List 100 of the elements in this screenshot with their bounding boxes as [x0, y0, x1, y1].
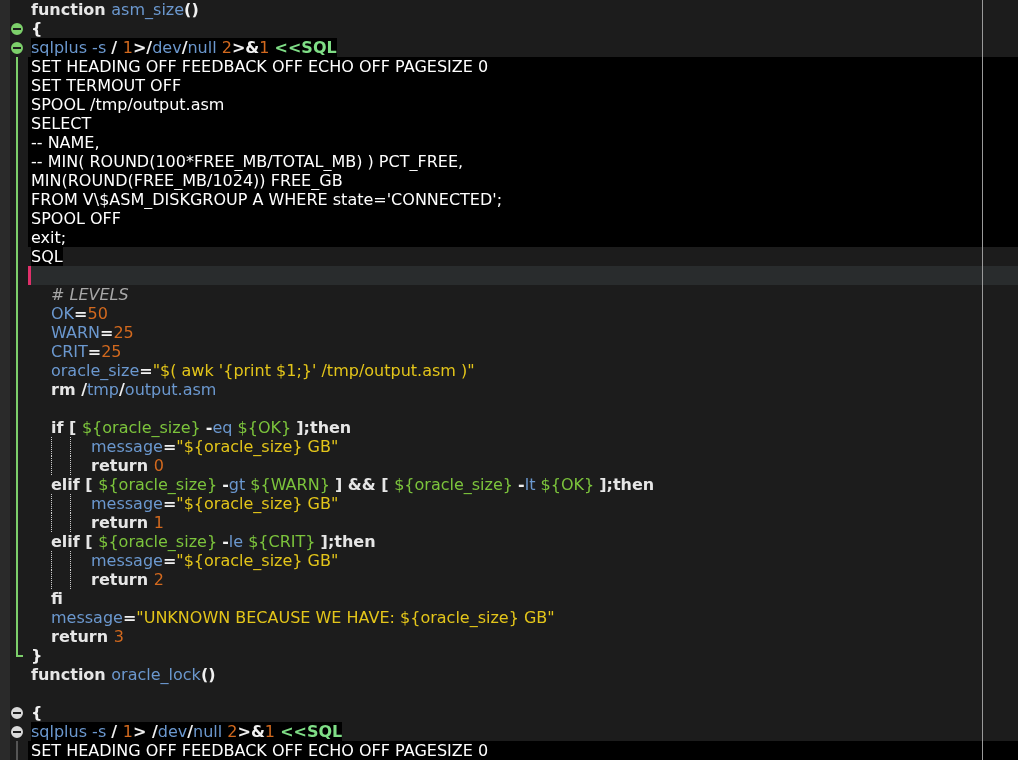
variable-text: ${CRIT}: [248, 532, 317, 551]
identifier-text: tmp: [87, 380, 119, 399]
number-text: 2: [227, 722, 238, 741]
fold-collapse-icon[interactable]: [11, 23, 23, 35]
identifier-text: eq: [212, 418, 234, 437]
number-text: 0: [153, 456, 164, 475]
identifier-text: message: [91, 551, 163, 570]
operator-text: =: [100, 323, 114, 342]
keyword-text: fi: [51, 589, 63, 608]
keyword-text: ] && [: [334, 475, 390, 494]
number-text: 2: [221, 38, 232, 57]
operator-text: -: [222, 475, 229, 494]
keyword-text: rm: [51, 380, 77, 399]
number-text: 1: [122, 38, 133, 57]
sql-text: -- NAME,: [31, 133, 100, 152]
operator-text: (): [200, 665, 216, 684]
sql-text: SET HEADING OFF FEEDBACK OFF ECHO OFF PAGESIZE 0: [31, 741, 489, 760]
operator-text: /: [81, 380, 87, 399]
number-text: 50: [87, 304, 108, 323]
operator-text: /: [187, 722, 194, 741]
sql-text: SET TERMOUT OFF: [31, 76, 182, 95]
identifier-text: dev: [152, 38, 182, 57]
identifier-text: CRIT: [51, 342, 88, 361]
number-text: 25: [101, 342, 122, 361]
identifier-text: gt: [228, 475, 247, 494]
identifier-text: null: [187, 38, 218, 57]
identifier-text: oracle_lock: [111, 665, 201, 684]
operator-text: /: [111, 722, 119, 741]
variable-text: ${WARN}: [250, 475, 331, 494]
operator-text: -: [518, 475, 525, 494]
variable-text: ${OK}: [237, 418, 293, 437]
operator-text: >&: [237, 722, 265, 741]
operator-text: /: [119, 380, 125, 399]
fold-collapse-icon[interactable]: [11, 726, 23, 738]
identifier-text: message: [91, 494, 163, 513]
sql-text: FROM V\$ASM_DISKGROUP A WHERE state='CONNECTED';: [31, 190, 503, 209]
keyword-text: function: [31, 665, 107, 684]
identifier-text: OK: [51, 304, 75, 323]
operator-text: (): [184, 0, 199, 19]
operator-text: =: [122, 608, 137, 627]
identifier-text: WARN: [51, 323, 100, 342]
sql-text: SPOOL /tmp/output.asm: [31, 95, 225, 114]
string-text: "${oracle_size} GB": [176, 494, 339, 513]
identifier-text: asm_size: [111, 0, 185, 19]
number-text: 2: [153, 570, 164, 589]
variable-text: ${oracle_size}: [98, 532, 219, 551]
operator-text: =: [162, 551, 177, 570]
keyword-text: if [: [51, 418, 78, 437]
identifier-text: sqlplus -s: [31, 38, 108, 57]
identifier-text: lt: [524, 475, 537, 494]
number-text: 1: [122, 722, 133, 741]
sql-text: MIN(ROUND(FREE_MB/1024)) FREE_GB: [31, 171, 343, 190]
operator-text: >/: [132, 38, 153, 57]
sql-text: SELECT: [31, 114, 92, 133]
number-text: 25: [113, 323, 134, 342]
fold-collapse-icon[interactable]: [11, 42, 23, 54]
operator-text: =: [74, 304, 88, 323]
identifier-text: oracle_size: [51, 361, 140, 380]
variable-text: ${oracle_size}: [98, 475, 219, 494]
sql-text: exit;: [31, 228, 67, 247]
number-text: 1: [259, 38, 271, 57]
heredoc-marker-text: <<SQL: [280, 722, 343, 741]
keyword-text: ];then: [320, 532, 376, 551]
number-text: 3: [113, 627, 124, 646]
identifier-text: output.asm: [124, 380, 217, 399]
operator-text: {: [31, 703, 43, 722]
variable-text: ${oracle_size}: [81, 418, 202, 437]
variable-text: ${oracle_size}: [394, 475, 514, 494]
identifier-text: message: [51, 608, 123, 627]
operator-text: -: [205, 418, 213, 437]
identifier-text: message: [91, 437, 163, 456]
sql-text: -- MIN( ROUND(100*FREE_MB/TOTAL_MB) ) PCT_FREE,: [31, 152, 464, 171]
string-text: "UNKNOWN BECAUSE WE HAVE: ${oracle_size} GB": [136, 608, 555, 627]
string-text: "$( awk '{print $1;}' /tmp/output.asm )": [152, 361, 475, 380]
keyword-text: elif [: [51, 532, 94, 551]
operator-text: -: [222, 532, 229, 551]
variable-text: ${OK}: [540, 475, 596, 494]
keyword-text: return: [91, 513, 150, 532]
keyword-text: return: [91, 456, 150, 475]
string-text: "${oracle_size} GB": [176, 437, 339, 456]
keyword-text: return: [51, 627, 110, 646]
comment-text: # LEVELS: [51, 285, 129, 304]
string-text: "${oracle_size} GB": [176, 551, 339, 570]
operator-text: /: [181, 38, 188, 57]
keyword-text: ];then: [296, 418, 352, 437]
operator-text: {: [31, 19, 43, 38]
operator-text: >&: [231, 38, 260, 57]
fold-collapse-icon[interactable]: [11, 707, 23, 719]
identifier-text: sqlplus -s: [31, 722, 108, 741]
keyword-text: elif [: [51, 475, 94, 494]
keyword-text: return: [91, 570, 150, 589]
operator-text: > /: [132, 722, 158, 741]
operator-text: =: [139, 361, 153, 380]
identifier-text: dev: [157, 722, 188, 741]
operator-text: =: [87, 342, 102, 361]
identifier-text: le: [228, 532, 245, 551]
heredoc-marker-text: <<SQL: [274, 38, 337, 57]
number-text: 1: [153, 513, 164, 532]
sql-text: SET HEADING OFF FEEDBACK OFF ECHO OFF PAGESIZE 0: [31, 57, 489, 76]
identifier-text: null: [193, 722, 224, 741]
